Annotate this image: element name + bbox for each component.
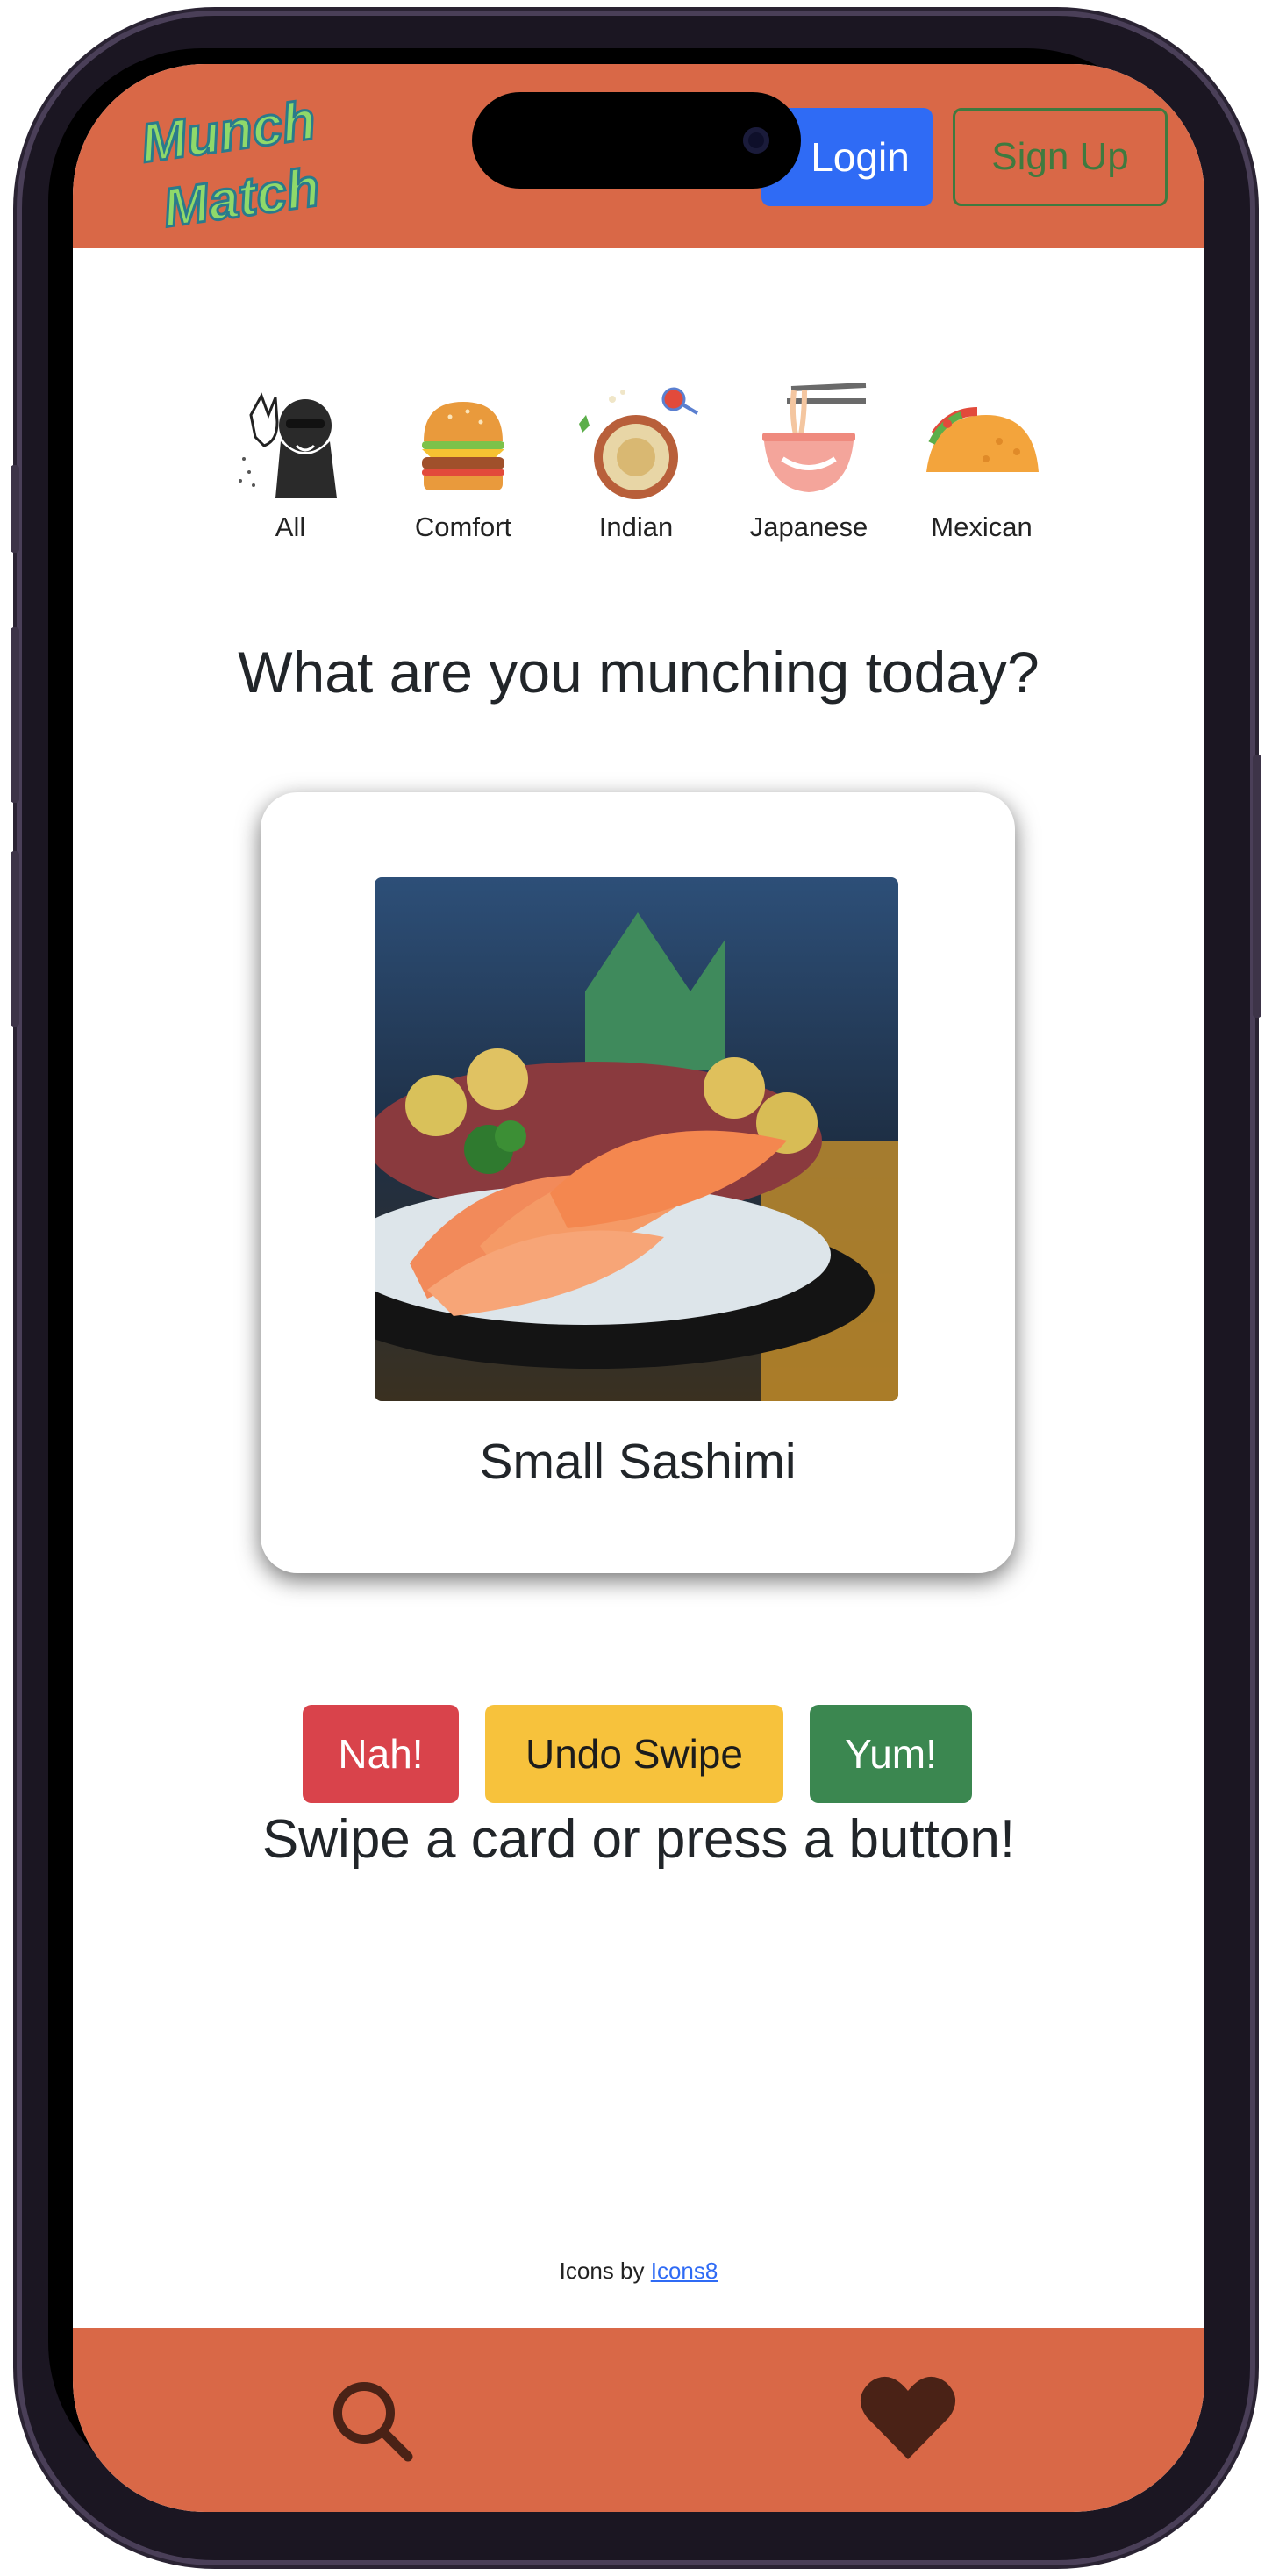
icons-credit: Icons by Icons8 (73, 2258, 1204, 2285)
category-mexican[interactable]: Mexican (894, 380, 1069, 555)
chef-salt-icon (239, 392, 337, 498)
category-all[interactable]: All (203, 380, 378, 555)
taco-icon (926, 407, 1039, 472)
category-bar: All Comfort Indian Japanese Mexican (73, 380, 1204, 555)
category-label: Comfort (414, 512, 512, 542)
app-header: Munch Match Login Sign Up (73, 64, 1204, 248)
sashimi-photo (375, 877, 898, 1401)
category-japanese[interactable]: Japanese (721, 380, 897, 555)
category-label: Mexican (931, 512, 1033, 542)
category-label: Indian (598, 512, 674, 542)
nah-button[interactable]: Nah! (303, 1705, 459, 1803)
phone-side-button (11, 627, 19, 803)
app-screen: Munch Match Login Sign Up All Comfort In… (73, 64, 1204, 2512)
search-icon[interactable] (327, 2376, 415, 2464)
phone-side-button (1253, 755, 1261, 1018)
category-label: Japanese (749, 512, 868, 542)
ramen-bowl-icon (762, 383, 867, 492)
dynamic-island (472, 92, 801, 189)
bottom-nav (73, 2328, 1204, 2512)
signup-button[interactable]: Sign Up (953, 108, 1168, 206)
front-camera (743, 127, 769, 154)
curry-bowl-icon (579, 387, 699, 499)
munch-match-logo[interactable]: Munch Match (125, 89, 336, 238)
food-card[interactable]: Small Sashimi (261, 792, 1015, 1573)
phone-side-button (11, 851, 19, 1027)
page-question: What are you munching today? (238, 640, 1040, 705)
credit-prefix: Icons by (559, 2258, 651, 2284)
category-indian[interactable]: Indian (548, 380, 724, 555)
svg-text:Match: Match (160, 157, 324, 238)
yum-button[interactable]: Yum! (810, 1705, 972, 1803)
burger-icon (422, 402, 504, 490)
heart-icon[interactable] (858, 2372, 959, 2464)
icons8-link[interactable]: Icons8 (651, 2258, 718, 2284)
food-name: Small Sashimi (479, 1434, 797, 1490)
category-label: All (275, 512, 306, 542)
undo-swipe-button[interactable]: Undo Swipe (485, 1705, 783, 1803)
swipe-instruction: Swipe a card or press a button! (261, 1809, 1016, 1870)
category-comfort[interactable]: Comfort (375, 380, 551, 555)
phone-side-button (11, 465, 19, 553)
